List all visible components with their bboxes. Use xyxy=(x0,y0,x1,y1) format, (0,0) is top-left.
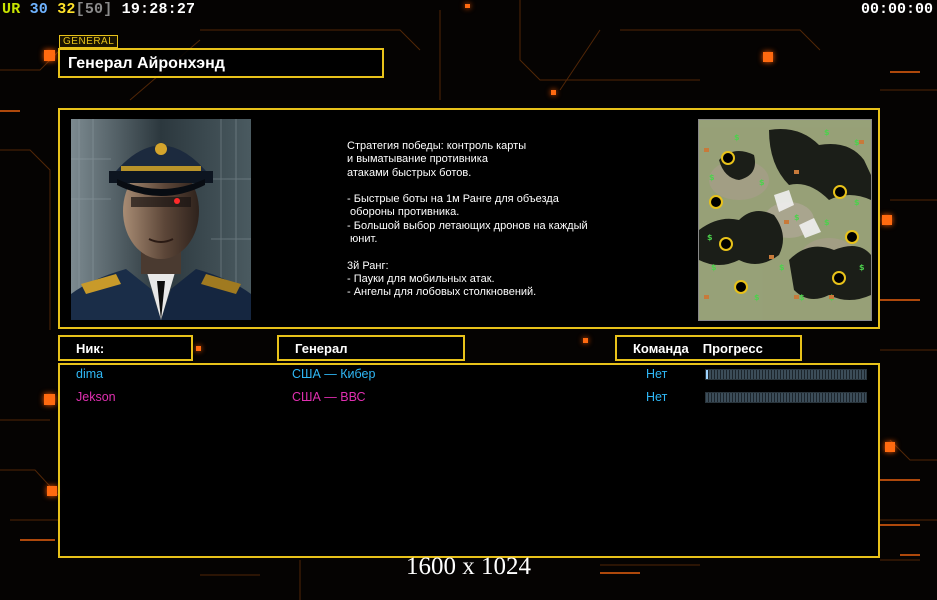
svg-text:$: $ xyxy=(824,128,830,137)
player-nick: dima xyxy=(76,367,104,381)
bg-light xyxy=(551,90,556,95)
column-general-label: Генерал xyxy=(295,341,348,356)
svg-text:$: $ xyxy=(799,293,805,302)
bg-light xyxy=(44,50,55,61)
player-nick: Jekson xyxy=(76,390,116,404)
general-description: Стратегия победы: контроль карты и вымат… xyxy=(347,140,588,299)
column-nick: Ник: xyxy=(58,335,193,361)
stat-c: [50] xyxy=(75,1,113,18)
svg-text:$: $ xyxy=(734,133,740,142)
svg-text:$: $ xyxy=(854,198,860,207)
bg-light xyxy=(465,4,470,8)
clock: 19:28:27 xyxy=(121,1,196,18)
column-nick-label: Ник: xyxy=(76,341,105,356)
player-general[interactable]: США — Кибер xyxy=(292,365,375,383)
svg-text:$: $ xyxy=(759,178,765,187)
stat-b: 32 xyxy=(57,1,76,18)
general-info-panel: Стратегия победы: контроль карты и вымат… xyxy=(58,108,880,329)
minimap[interactable]: $$$ $$$ $$$ $$$ $$$ xyxy=(698,119,872,321)
bg-light xyxy=(44,394,55,405)
svg-text:$: $ xyxy=(754,293,760,302)
progress-fill xyxy=(706,370,708,379)
resolution-label: 1600 x 1024 xyxy=(406,553,531,580)
ur-label: UR xyxy=(2,1,21,18)
bg-light xyxy=(885,442,895,452)
bg-light xyxy=(47,486,57,496)
bg-light xyxy=(583,338,588,343)
status-bar: UR 30 32[50] 19:28:27 xyxy=(2,1,195,19)
svg-text:$: $ xyxy=(707,233,713,242)
general-name: Генерал Айронхэнд xyxy=(58,48,384,78)
player-team[interactable]: Нет xyxy=(646,388,667,406)
player-list: dima США — Кибер Нет Jekson США — ВВС Не… xyxy=(58,363,880,558)
table-row[interactable]: Jekson США — ВВС Нет xyxy=(60,388,878,408)
svg-text:$: $ xyxy=(709,173,715,182)
bg-light xyxy=(882,215,892,225)
general-portrait xyxy=(71,119,251,320)
svg-text:$: $ xyxy=(859,263,865,272)
svg-text:$: $ xyxy=(711,263,717,272)
general-tag: GENERAL xyxy=(59,35,119,48)
stat-a: 30 xyxy=(29,1,49,18)
player-general[interactable]: США — ВВС xyxy=(292,388,366,406)
column-team-label: Команда xyxy=(633,341,689,356)
svg-text:$: $ xyxy=(779,263,785,272)
svg-text:$: $ xyxy=(824,218,830,227)
bg-light xyxy=(196,346,201,351)
player-progress-bar xyxy=(705,369,867,380)
svg-text:$: $ xyxy=(794,213,800,222)
column-team-progress: Команда Прогресс xyxy=(615,335,802,361)
column-progress-label: Прогресс xyxy=(702,341,763,356)
game-timer: 00:00:00 xyxy=(860,1,933,18)
player-progress-bar xyxy=(705,392,867,403)
table-row[interactable]: dima США — Кибер Нет xyxy=(60,365,878,385)
bg-light xyxy=(763,52,773,62)
player-team[interactable]: Нет xyxy=(646,365,667,383)
column-general: Генерал xyxy=(277,335,465,361)
